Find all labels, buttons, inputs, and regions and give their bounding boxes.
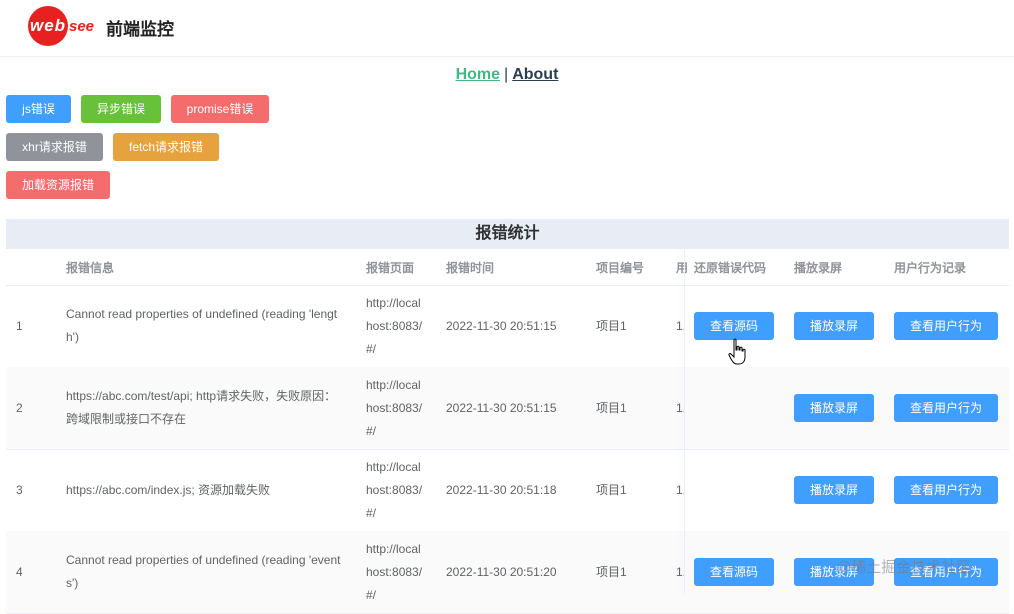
error-page-line: host:8083/: [366, 318, 423, 333]
view-source-button[interactable]: 查看源码: [694, 558, 774, 586]
resource-error-button[interactable]: 加载资源报错: [6, 171, 110, 199]
error-page-line: #/: [366, 587, 377, 602]
nav-separator: |: [504, 66, 509, 83]
error-message-line: 跨域限制或接口不存在: [66, 412, 187, 426]
error-time: 2022-11-30 20:51:18: [446, 483, 557, 497]
error-message-line: Cannot read properties of undefined (rea…: [66, 553, 341, 567]
error-message-line: https://abc.com/index.js; 资源加载失败: [66, 482, 271, 497]
fixed-column-divider: [684, 249, 685, 595]
col-header-replay: 播放录屏: [794, 261, 843, 275]
error-page-line: #/: [366, 505, 377, 520]
row-index: 3: [16, 483, 23, 497]
table-header: 报错信息 报错页面 报错时间 项目编号 用 还原错误代码 播放录屏 用户行为记录: [6, 249, 1009, 286]
col-header-time: 报错时间: [446, 261, 495, 275]
play-recording-button[interactable]: 播放录屏: [794, 394, 874, 422]
error-time: 2022-11-30 20:51:20: [446, 565, 557, 579]
error-page-line: #/: [366, 423, 377, 438]
project-id: 项目1: [596, 565, 627, 579]
row-index: 1: [16, 319, 23, 333]
play-recording-button[interactable]: 播放录屏: [794, 476, 874, 504]
view-user-behavior-button[interactable]: 查看用户行为: [894, 394, 998, 422]
logo-text-web: web: [30, 16, 67, 35]
websee-logo: web see: [26, 6, 96, 46]
col-header-restore: 还原错误代码: [694, 261, 767, 275]
top-nav: Home | About: [0, 66, 1014, 84]
project-id: 项目1: [596, 401, 627, 415]
play-recording-button[interactable]: 播放录屏: [794, 312, 874, 340]
col-header-user: 用: [676, 261, 689, 275]
error-page-line: #/: [366, 341, 377, 356]
table-title: 报错统计: [6, 219, 1009, 249]
error-page-line: host:8083/: [366, 482, 423, 497]
error-page-line: http://local: [366, 459, 421, 474]
view-user-behavior-button[interactable]: 查看用户行为: [894, 476, 998, 504]
hand-cursor-icon: [728, 338, 746, 365]
app-title: 前端监控: [106, 20, 174, 39]
promise-error-button[interactable]: promise错误: [171, 95, 269, 123]
table-row: 3 https://abc.com/index.js; 资源加载失败 http://…: [6, 449, 1009, 532]
nav-link-home[interactable]: Home: [456, 66, 500, 83]
error-page-line: http://local: [366, 295, 421, 310]
col-header-message: 报错信息: [66, 261, 115, 275]
row-index: 4: [16, 565, 23, 579]
xhr-error-button[interactable]: xhr请求报错: [6, 133, 103, 161]
nav-link-about[interactable]: About: [512, 66, 558, 83]
error-message-line: https://abc.com/test/api; http请求失败，失败原因：: [66, 389, 337, 403]
table-row: 1 Cannot read properties of undefined (re…: [6, 285, 1009, 368]
app-header: web see 前端监控: [0, 0, 1014, 57]
project-id: 项目1: [596, 483, 627, 497]
async-error-button[interactable]: 异步错误: [81, 95, 161, 123]
error-page-line: http://local: [366, 541, 421, 556]
table-row: 2 https://abc.com/test/api; http请求失败，失败原因…: [6, 367, 1009, 450]
error-page-line: http://local: [366, 377, 421, 392]
view-source-button[interactable]: 查看源码: [694, 312, 774, 340]
project-id: 项目1: [596, 319, 627, 333]
col-header-project: 项目编号: [596, 261, 645, 275]
error-time: 2022-11-30 20:51:15: [446, 401, 557, 415]
logo-text-see: see: [69, 18, 95, 35]
error-time: 2022-11-30 20:51:15: [446, 319, 557, 333]
col-header-page: 报错页面: [366, 261, 415, 275]
error-message-line: h'): [66, 330, 79, 344]
fetch-error-button[interactable]: fetch请求报错: [113, 133, 219, 161]
error-message-line: Cannot read properties of undefined (rea…: [66, 307, 338, 321]
row-index: 2: [16, 401, 23, 415]
watermark-text: @稀土掘金技术社区: [836, 559, 972, 576]
error-page-line: host:8083/: [366, 564, 423, 579]
view-user-behavior-button[interactable]: 查看用户行为: [894, 312, 998, 340]
error-page-line: host:8083/: [366, 400, 423, 415]
error-message-line: s'): [66, 576, 79, 590]
col-header-behavior: 用户行为记录: [894, 261, 967, 275]
js-error-button[interactable]: js错误: [6, 95, 71, 123]
